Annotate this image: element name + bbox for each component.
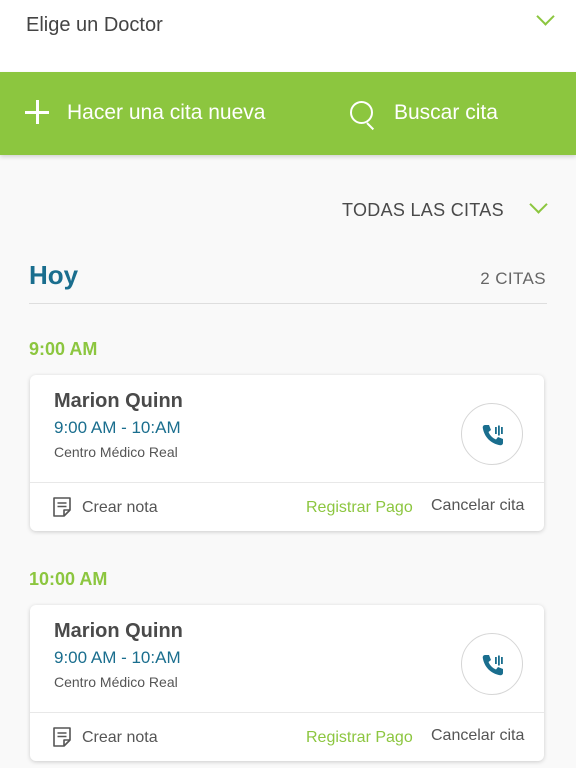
- divider: [30, 712, 544, 713]
- search-appointment-button[interactable]: Buscar cita: [394, 101, 498, 125]
- appointment-location: Centro Médico Real: [54, 444, 178, 460]
- doctor-select[interactable]: Elige un Doctor: [0, 0, 576, 72]
- day-title: Hoy: [29, 260, 79, 290]
- chevron-down-icon[interactable]: [529, 195, 548, 214]
- filter-select[interactable]: TODAS LAS CITAS: [342, 200, 504, 221]
- new-appointment-button[interactable]: Hacer una cita nueva: [67, 101, 265, 125]
- appointment-location: Centro Médico Real: [54, 674, 178, 690]
- cancel-appointment-button[interactable]: Cancelar cita: [431, 497, 524, 515]
- create-note-button[interactable]: Crear nota: [82, 499, 158, 517]
- phone-icon: [482, 425, 503, 446]
- register-payment-button[interactable]: Registrar Pago: [306, 729, 413, 747]
- divider: [30, 482, 544, 483]
- phone-icon: [482, 655, 503, 676]
- time-slot-label: 9:00 AM: [29, 339, 98, 359]
- appointment-time-range: 9:00 AM - 10:AM: [54, 648, 181, 667]
- appointment-card[interactable]: Marion Quinn 9:00 AM - 10:AM Centro Médi…: [30, 375, 544, 531]
- action-bar: Hacer una cita nueva Buscar cita: [0, 72, 576, 155]
- note-icon[interactable]: [51, 726, 73, 748]
- create-note-button[interactable]: Crear nota: [82, 729, 158, 747]
- divider: [29, 303, 547, 304]
- appointment-card[interactable]: Marion Quinn 9:00 AM - 10:AM Centro Médi…: [30, 605, 544, 761]
- appointment-count: 2 CITAS: [480, 269, 546, 288]
- patient-name: Marion Quinn: [54, 620, 183, 642]
- note-icon[interactable]: [51, 496, 73, 518]
- doctor-select-label: Elige un Doctor: [26, 14, 163, 36]
- cancel-appointment-button[interactable]: Cancelar cita: [431, 727, 524, 745]
- appointment-time-range: 9:00 AM - 10:AM: [54, 418, 181, 437]
- time-slot-label: 10:00 AM: [29, 569, 108, 589]
- chevron-down-icon[interactable]: [536, 7, 555, 26]
- register-payment-button[interactable]: Registrar Pago: [306, 499, 413, 517]
- plus-icon[interactable]: [25, 100, 49, 124]
- call-button[interactable]: [461, 403, 523, 465]
- patient-name: Marion Quinn: [54, 390, 183, 412]
- search-icon[interactable]: [349, 100, 377, 128]
- call-button[interactable]: [461, 633, 523, 695]
